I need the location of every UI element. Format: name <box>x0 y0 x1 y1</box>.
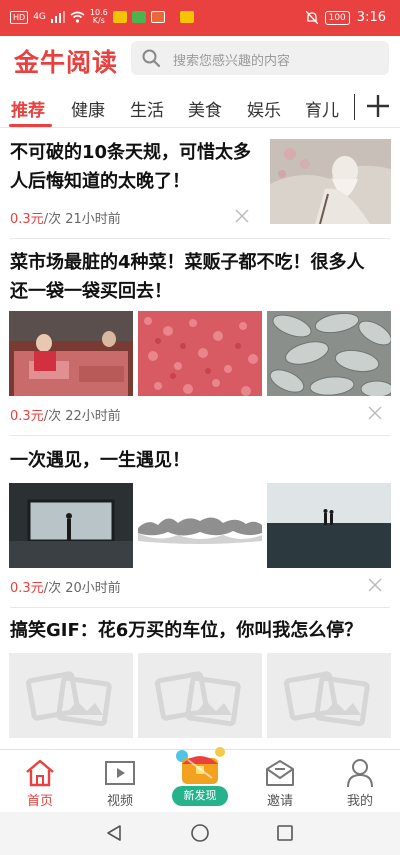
tab-health[interactable]: 健康 <box>71 96 105 121</box>
invite-envelope-icon <box>266 760 294 786</box>
article-card[interactable]: 不可破的10条天规，可惜太多 人后悔知道的太晚了！ 0.3元/次 21小时前 <box>0 128 400 238</box>
article-title-line: 人后悔知道的太晚了！ <box>10 171 190 192</box>
status-right: 100 3:16 <box>305 10 386 25</box>
network-speed: 10.6 K/s <box>89 8 108 25</box>
search-icon <box>142 49 161 68</box>
notification-app-icon <box>131 11 146 23</box>
article-price: 0.3元 <box>10 212 44 227</box>
mute-bell-icon <box>305 11 318 24</box>
article-time: /次 22小时前 <box>43 409 121 424</box>
nav-invite[interactable]: 邀请 <box>240 750 320 813</box>
notification-app-icon <box>112 11 127 23</box>
nav-label: 新发现 <box>172 786 228 806</box>
battery-icon: 100 <box>324 10 350 25</box>
article-title: 菜市场最脏的4种菜！菜贩子都不吃！很多人 还一袋一袋买回去！ <box>10 248 395 306</box>
article-thumbnail <box>9 311 133 396</box>
close-icon[interactable] <box>368 578 382 592</box>
nav-profile[interactable]: 我的 <box>320 750 400 813</box>
profile-icon <box>347 759 373 788</box>
notification-app-icon <box>150 11 165 23</box>
tab-parenting[interactable]: 育儿 <box>305 96 339 121</box>
tab-divider <box>354 94 355 120</box>
article-meta: 0.3元/次 22小时前 <box>10 405 121 424</box>
add-category-icon[interactable] <box>366 92 390 120</box>
active-tab-indicator <box>9 124 52 127</box>
nav-label: 首页 <box>26 794 53 809</box>
home-circle-icon[interactable] <box>190 823 210 843</box>
search-placeholder: 搜索您感兴趣的内容 <box>173 54 291 69</box>
article-title-line: 菜市场最脏的4种菜！菜贩子都不吃！很多人 <box>10 252 365 273</box>
wifi-icon <box>70 11 85 23</box>
article-thumbnail <box>138 311 262 396</box>
article-title: 搞笑GIF：花6万买的车位，你叫我怎么停？ <box>10 616 395 645</box>
nav-label: 视频 <box>106 794 133 809</box>
article-card[interactable]: 搞笑GIF：花6万买的车位，你叫我怎么停？ <box>0 608 400 749</box>
nav-discover[interactable]: 新发现 <box>160 747 240 813</box>
back-icon[interactable] <box>105 824 123 842</box>
article-thumbnail <box>267 483 391 568</box>
recents-icon[interactable] <box>276 824 294 842</box>
article-meta: 0.3元/次 20小时前 <box>10 577 121 596</box>
article-title-line: 不可破的10条天规，可惜太多 <box>10 142 252 163</box>
close-icon[interactable] <box>368 406 382 420</box>
tab-life[interactable]: 生活 <box>130 96 164 121</box>
article-thumbnail <box>138 483 262 568</box>
article-thumbnail <box>270 139 391 224</box>
image-placeholder <box>138 653 262 738</box>
image-placeholder <box>267 653 391 738</box>
article-title-line: 还一袋一袋买回去！ <box>10 281 172 302</box>
article-price: 0.3元 <box>10 409 44 424</box>
close-icon[interactable] <box>235 209 249 223</box>
article-time: /次 21小时前 <box>43 212 121 227</box>
tab-recommend[interactable]: 推荐 <box>11 96 45 121</box>
search-bar[interactable]: 搜索您感兴趣的内容 <box>131 41 389 75</box>
hd-indicator: HD <box>10 10 29 24</box>
signal-icon <box>50 11 65 23</box>
nav-label: 我的 <box>346 794 373 809</box>
article-title-line: 搞笑GIF：花6万买的车位，你叫我怎么停？ <box>10 620 363 641</box>
video-icon <box>105 761 135 785</box>
status-left: HD 4G 10.6 K/s <box>10 9 194 25</box>
app-logo: 金牛阅读 <box>14 48 119 77</box>
article-title: 不可破的10条天规，可惜太多 人后悔知道的太晚了！ <box>10 138 260 196</box>
signal-type: 4G <box>33 12 46 22</box>
status-bar: HD 4G 10.6 K/s 100 3:16 <box>0 0 400 36</box>
tab-food[interactable]: 美食 <box>188 96 222 121</box>
article-price: 0.3元 <box>10 581 44 596</box>
article-thumbnail <box>267 311 391 396</box>
nav-home[interactable]: 首页 <box>0 750 80 813</box>
tab-entertainment[interactable]: 娱乐 <box>247 96 281 121</box>
article-thumbnail <box>9 483 133 568</box>
article-card[interactable]: 一次遇见，一生遇见！ 0.3元/次 20小时前 <box>0 436 400 607</box>
image-placeholder <box>9 653 133 738</box>
bottom-nav: 首页 视频 新发现 邀请 我的 <box>0 747 400 813</box>
article-title: 一次遇见，一生遇见！ <box>10 446 395 475</box>
app-header: 金牛阅读 搜索您感兴趣的内容 <box>0 36 400 82</box>
home-icon <box>26 759 54 787</box>
system-nav-bar <box>0 812 400 855</box>
clock: 3:16 <box>356 10 386 25</box>
article-meta: 0.3元/次 21小时前 <box>10 208 121 227</box>
category-tabs: 推荐 健康 生活 美食 娱乐 育儿 <box>0 88 400 128</box>
article-card[interactable]: 菜市场最脏的4种菜！菜贩子都不吃！很多人 还一袋一袋买回去！ 0.3元/次 22… <box>0 239 400 435</box>
article-time: /次 20小时前 <box>43 581 121 596</box>
notification-app-icon <box>179 11 194 23</box>
nav-label: 邀请 <box>266 794 293 809</box>
nav-video[interactable]: 视频 <box>80 750 160 813</box>
article-title-line: 一次遇见，一生遇见！ <box>10 450 190 471</box>
